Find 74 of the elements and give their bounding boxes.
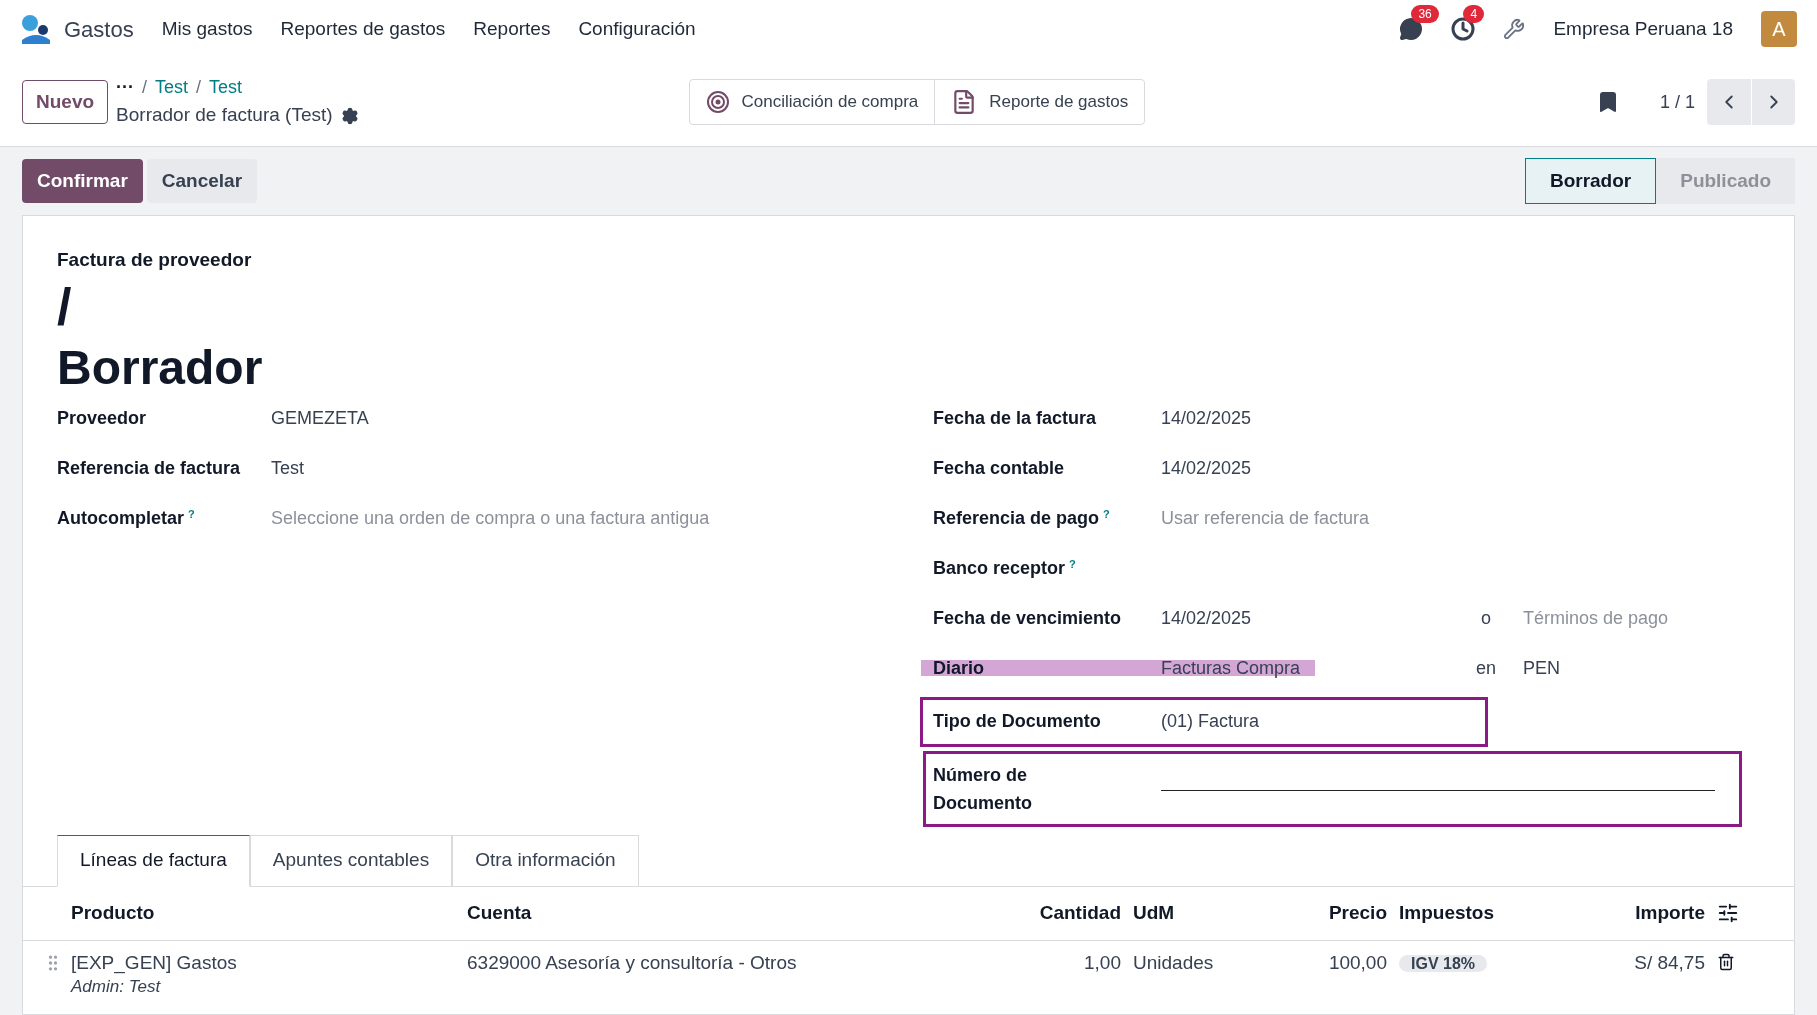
breadcrumb-link[interactable]: Test	[209, 74, 243, 102]
help-icon[interactable]: ?	[1069, 558, 1076, 570]
tab[interactable]: Líneas de factura	[57, 834, 250, 887]
new-button[interactable]: Nuevo	[22, 80, 109, 124]
column-header[interactable]: UdM	[1121, 898, 1271, 928]
joiner-text: en	[1475, 656, 1497, 680]
chat-icon[interactable]	[1399, 17, 1424, 41]
tax-tag: IGV 18%	[1399, 954, 1488, 972]
field-label: Referencia de factura	[57, 456, 242, 480]
field-label: Diario	[933, 656, 984, 680]
app-title[interactable]: Gastos	[64, 12, 134, 46]
field-label: Fecha contable	[933, 456, 1065, 480]
app-logo-icon[interactable]	[20, 14, 52, 44]
smart-button[interactable]: Conciliación de compra	[689, 80, 935, 124]
help-icon[interactable]: ?	[1103, 508, 1110, 520]
line-note: Admin: Test	[71, 977, 162, 997]
field-value[interactable]: Test	[271, 453, 304, 482]
field-label: Fecha de vencimiento	[933, 606, 1122, 630]
field-label: Referencia de pago $^{?}$	[933, 506, 1110, 530]
field-label: Tipo de Documento	[933, 709, 1101, 733]
table-cell-text: 6329000 Asesoría y consultoría - Otros	[467, 950, 798, 975]
record-title: Borrador de factura (Test)	[116, 103, 333, 128]
target-icon	[705, 90, 730, 114]
record-name: /	[57, 278, 73, 335]
column-header[interactable]: Cantidad	[877, 898, 1121, 928]
breadcrumb-separator: /	[142, 76, 148, 100]
smart-button[interactable]: Reporte de gastos	[934, 80, 1145, 124]
currency-value[interactable]: PEN	[1523, 653, 1560, 682]
joiner-text: o	[1480, 606, 1492, 630]
menu-item[interactable]: Mis gastos	[161, 14, 253, 44]
status-step[interactable]: Borrador	[1524, 158, 1657, 204]
delete-icon[interactable]	[1717, 952, 1735, 971]
field-value[interactable]: 14/02/2025	[1161, 453, 1461, 482]
field-label: Fecha de la factura	[933, 406, 1097, 430]
count-badge: 36	[1411, 5, 1439, 23]
company-name[interactable]: Empresa Peruana 18	[1553, 14, 1733, 44]
column-header[interactable]: Importe	[1587, 898, 1705, 928]
table-cell-text: S/ 84,75	[1633, 950, 1705, 975]
optional-columns-icon[interactable]	[1717, 902, 1739, 924]
breadcrumb-more[interactable]: ···	[116, 74, 135, 102]
count-badge: 4	[1463, 5, 1485, 23]
field-value[interactable]: Facturas Compra	[1161, 653, 1461, 682]
form-subtitle: Factura de proveedor	[57, 248, 253, 272]
tools-icon[interactable]	[1503, 18, 1526, 40]
field-value[interactable]: GEMEZETA	[271, 403, 369, 432]
tab[interactable]: Otra información	[452, 834, 639, 887]
breadcrumb-link[interactable]: Test	[155, 74, 189, 102]
field-value[interactable]: 14/02/2025	[1161, 603, 1461, 632]
field-value[interactable]: 14/02/2025	[1161, 403, 1461, 432]
field-label: Proveedor	[57, 406, 148, 430]
pager-text[interactable]: 1 / 1	[1659, 88, 1695, 116]
column-header[interactable]: Cuenta	[467, 898, 877, 928]
help-icon[interactable]: ?	[188, 508, 195, 520]
settings-icon[interactable]	[340, 106, 359, 125]
field-label: Número de Documento	[933, 763, 1033, 815]
menu-item[interactable]: Reportes	[473, 14, 551, 44]
menu-item[interactable]: Configuración	[578, 14, 696, 44]
menu-item[interactable]: Reportes de gastos	[280, 14, 446, 44]
action-button[interactable]: Confirmar	[22, 159, 143, 203]
column-header[interactable]: Precio	[1271, 898, 1387, 928]
clock-icon[interactable]	[1451, 17, 1476, 41]
tab[interactable]: Apuntes contables	[249, 834, 453, 887]
column-header[interactable]: Producto	[71, 898, 467, 928]
breadcrumb-separator: /	[196, 76, 202, 100]
field-label: Autocompletar $^{?}$	[57, 506, 196, 530]
table-cell-text: 100,00	[1327, 950, 1387, 975]
table-cell-text: 1,00	[1083, 950, 1121, 975]
action-button[interactable]: Cancelar	[146, 159, 258, 203]
table-cell-text: Unidades	[1132, 950, 1215, 975]
record-state-title: Borrador	[57, 339, 264, 396]
field-value[interactable]: (01) Factura	[1161, 706, 1461, 735]
table-cell-text: [EXP_GEN] Gastos	[71, 950, 238, 976]
column-header[interactable]: Impuestos	[1387, 898, 1587, 928]
field-label: Banco receptor $^{?}$	[933, 556, 1076, 580]
